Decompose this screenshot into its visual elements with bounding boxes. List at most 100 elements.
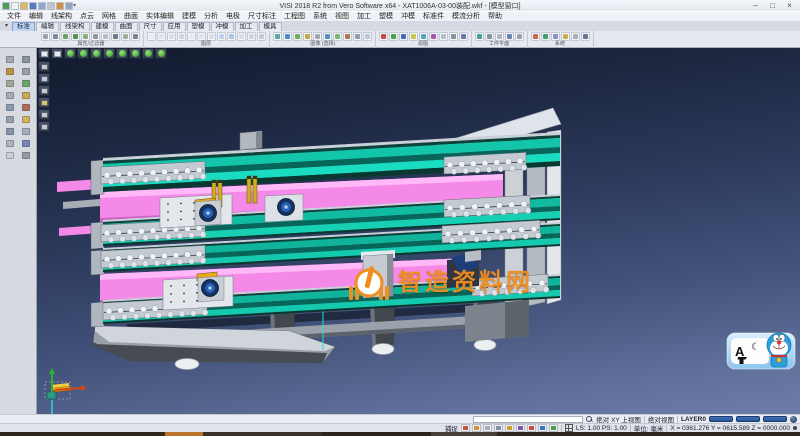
menu-item-11[interactable]: 尺寸标注: [244, 12, 280, 22]
mask-filter-icon[interactable]: [38, 121, 50, 132]
layer-block-3[interactable]: [763, 416, 787, 422]
select-filter-icon[interactable]: [38, 61, 50, 72]
shaded-icon[interactable]: [273, 32, 282, 41]
tab-7[interactable]: 应用: [163, 22, 186, 31]
taskbar-segment-3[interactable]: [203, 432, 321, 436]
calculator-icon[interactable]: [541, 32, 550, 41]
layer-block-1[interactable]: [709, 416, 733, 422]
taskbar-segment-6[interactable]: [497, 432, 800, 436]
menu-item-1[interactable]: 文件: [3, 12, 25, 22]
layer-list-icon[interactable]: [157, 32, 166, 41]
light-icon[interactable]: [353, 32, 362, 41]
current-layer-label[interactable]: LAYER0: [681, 416, 706, 423]
chamfer-icon[interactable]: [4, 126, 15, 136]
properties-icon[interactable]: [41, 32, 50, 41]
new-file-icon[interactable]: [11, 2, 19, 10]
app-icon[interactable]: [2, 2, 10, 10]
status-tool-6[interactable]: [516, 424, 525, 432]
layer-filter-icon[interactable]: [71, 32, 80, 41]
extend-icon[interactable]: [20, 126, 31, 136]
save-icon[interactable]: [29, 2, 37, 10]
shaded-view-icon[interactable]: [51, 48, 63, 59]
layer-lock-icon[interactable]: [207, 32, 216, 41]
move-icon[interactable]: [4, 78, 15, 88]
view-front-icon[interactable]: [399, 32, 408, 41]
select-all-icon[interactable]: [91, 32, 100, 41]
material-icon[interactable]: [343, 32, 352, 41]
top-view-icon[interactable]: [103, 48, 115, 59]
view-rotate-icon[interactable]: [419, 32, 428, 41]
menu-item-16[interactable]: 塑模: [375, 12, 397, 22]
conveyor-assembly-model[interactable]: [37, 48, 800, 414]
command-input[interactable]: [473, 416, 583, 423]
menu-item-12[interactable]: 工程图: [280, 12, 309, 22]
delete-icon[interactable]: [20, 150, 31, 160]
3d-viewport[interactable]: 智造资料网 A ☾: [37, 48, 800, 414]
taskbar-segment-5[interactable]: [431, 432, 497, 436]
layer-merge-icon[interactable]: [237, 32, 246, 41]
menu-item-4[interactable]: 点云: [76, 12, 98, 22]
menu-item-6[interactable]: 曲面: [120, 12, 142, 22]
menu-item-20[interactable]: 帮助: [484, 12, 506, 22]
tabstrip-caret-icon[interactable]: ▾: [2, 22, 11, 31]
menu-item-8[interactable]: 建模: [178, 12, 200, 22]
layer-color-icon[interactable]: [227, 32, 236, 41]
status-tool-9[interactable]: [549, 424, 558, 432]
maximize-button[interactable]: □: [764, 1, 781, 11]
taskbar-segment-4[interactable]: [321, 432, 431, 436]
workplane-reset-icon[interactable]: [495, 32, 504, 41]
right-view-icon[interactable]: [116, 48, 128, 59]
settings-icon[interactable]: [531, 32, 540, 41]
tab-9[interactable]: 冲模: [211, 22, 234, 31]
render-icon[interactable]: [303, 32, 312, 41]
layer-block-2[interactable]: [736, 416, 760, 422]
layer-off-icon[interactable]: [177, 32, 186, 41]
tab-4[interactable]: 建模: [91, 22, 114, 31]
frame-icon[interactable]: [4, 66, 15, 76]
menu-item-9[interactable]: 分析: [200, 12, 222, 22]
minimize-button[interactable]: –: [747, 1, 764, 11]
layer-move-icon[interactable]: [187, 32, 196, 41]
help-icon[interactable]: [581, 32, 590, 41]
select-icon[interactable]: [4, 54, 15, 64]
color-filter-icon[interactable]: [61, 32, 70, 41]
save-all-icon[interactable]: [38, 2, 46, 10]
menu-item-19[interactable]: 模流分析: [448, 12, 484, 22]
workplane-align-icon[interactable]: [485, 32, 494, 41]
tab-3[interactable]: 线架构: [60, 22, 90, 31]
windows-taskbar[interactable]: [0, 432, 800, 436]
info-icon[interactable]: [571, 32, 580, 41]
menu-item-3[interactable]: 线架构: [47, 12, 76, 22]
new-window-icon[interactable]: [38, 48, 50, 59]
menu-item-17[interactable]: 冲模: [397, 12, 419, 22]
wireframe-view-icon[interactable]: [64, 48, 76, 59]
wireframe-icon[interactable]: [283, 32, 292, 41]
tab-1[interactable]: 标准: [12, 22, 35, 31]
filter-icon[interactable]: [51, 32, 60, 41]
section-icon[interactable]: [333, 32, 342, 41]
redo-icon[interactable]: [65, 2, 73, 10]
fillet-icon[interactable]: [20, 114, 31, 124]
search-icon[interactable]: [586, 416, 593, 423]
zoom-window-icon[interactable]: [449, 32, 458, 41]
taskbar-segment-2[interactable]: [165, 432, 203, 436]
layer-filter2-icon[interactable]: [257, 32, 266, 41]
view-iso-icon[interactable]: [409, 32, 418, 41]
status-tool-3[interactable]: [483, 424, 492, 432]
options-icon[interactable]: [561, 32, 570, 41]
show-icon[interactable]: [121, 32, 130, 41]
highlight-filter-icon[interactable]: [38, 97, 50, 108]
menu-item-5[interactable]: 网格: [98, 12, 120, 22]
status-tool-7[interactable]: [527, 424, 536, 432]
back-view-icon[interactable]: [142, 48, 154, 59]
layer-filter-icon[interactable]: [38, 109, 50, 120]
tab-2[interactable]: 编辑: [36, 22, 59, 31]
view-top-icon[interactable]: [389, 32, 398, 41]
iso-view-icon[interactable]: [77, 48, 89, 59]
trim-icon[interactable]: [20, 54, 31, 64]
measure-icon[interactable]: [4, 150, 15, 160]
view-rgb-icon[interactable]: [379, 32, 388, 41]
layer-new-icon[interactable]: [147, 32, 156, 41]
zoom-fit-icon[interactable]: [439, 32, 448, 41]
hide-icon[interactable]: [111, 32, 120, 41]
